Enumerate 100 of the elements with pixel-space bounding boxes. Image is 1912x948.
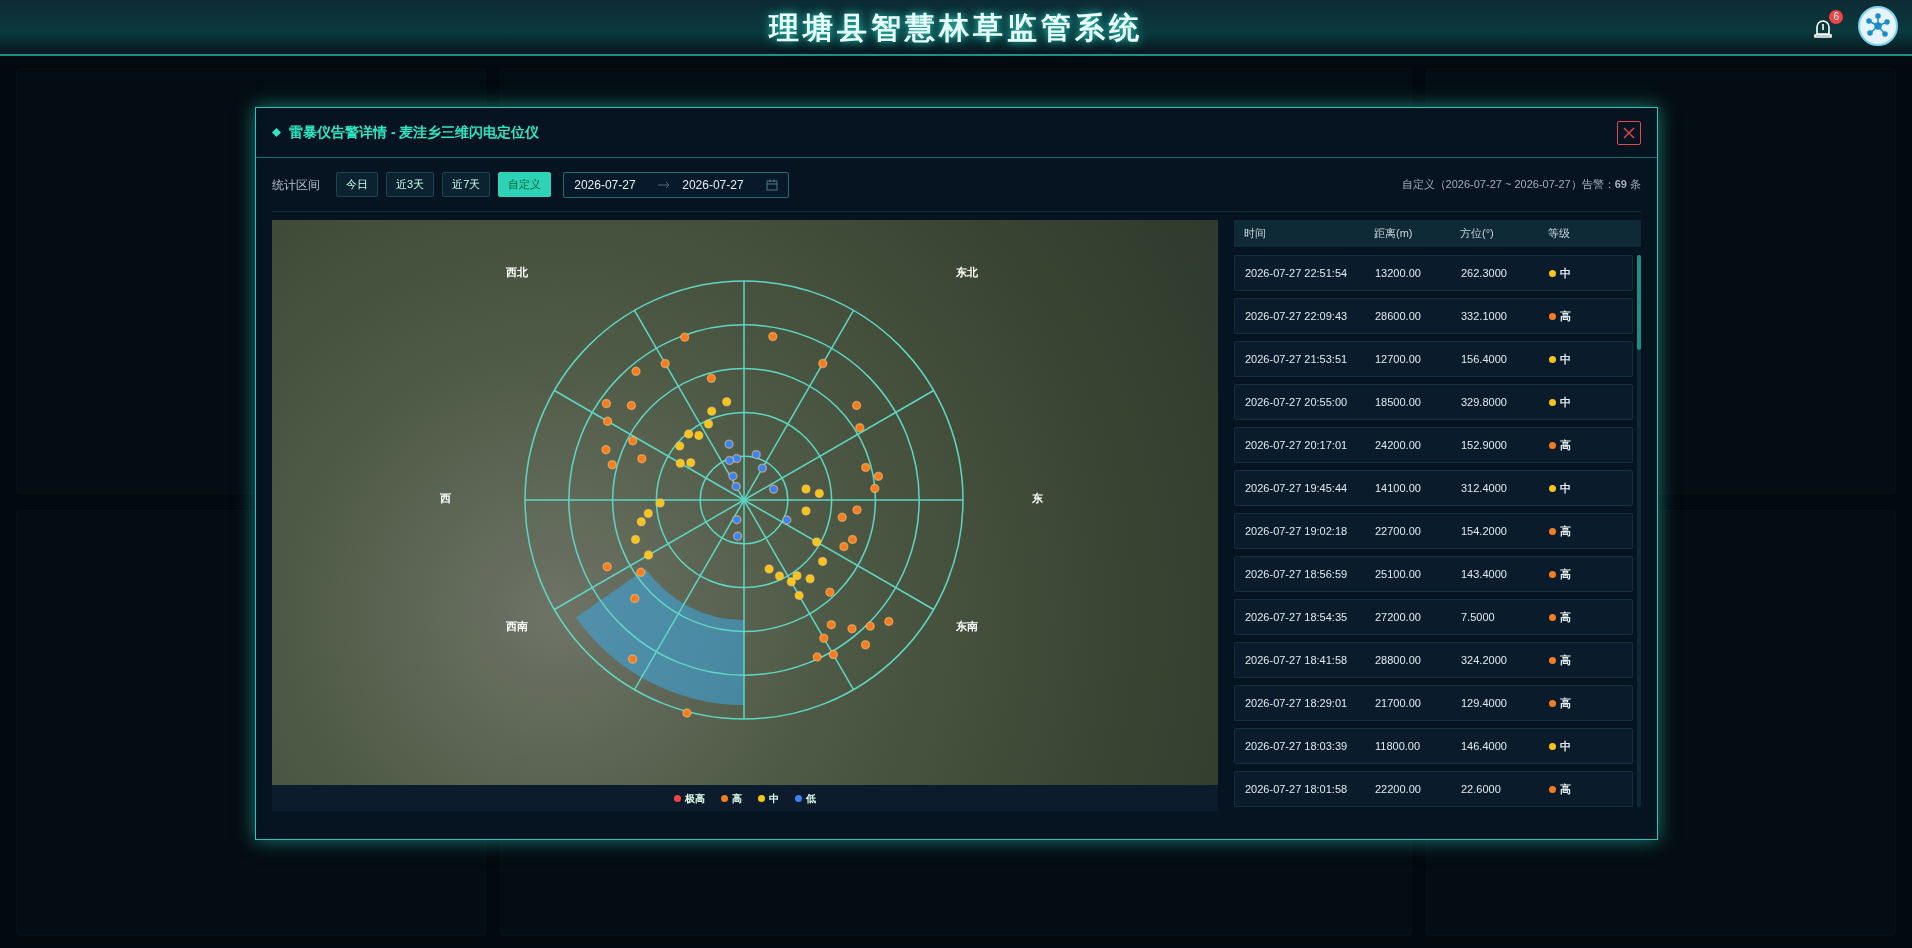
table-cell-text: 21700.00 [1375, 695, 1422, 711]
date-range-field[interactable]: 2026-07-27 2026-07-27 [563, 171, 790, 198]
table-cell-text: 312.4000 [1461, 480, 1508, 496]
column-header: 等级 [1548, 226, 1571, 242]
range-label: 统计区间 [272, 176, 320, 194]
table-cell-text: 2026-07-27 18:29:01 [1244, 695, 1349, 711]
table-cell-text: 332.1000 [1461, 308, 1508, 324]
strike-dot [826, 619, 837, 630]
strike-dot [732, 531, 743, 541]
strike-dot [706, 406, 717, 416]
range-tab[interactable]: 今日 [336, 172, 378, 197]
table-row[interactable]: 2026-07-27 21:53:51 12700.00 156.4000 中 [1234, 341, 1633, 377]
table-cell-text: 2026-07-27 18:03:39 [1244, 738, 1349, 754]
table-cell-text: 2026-07-27 18:41:58 [1244, 652, 1349, 668]
strike-dot [757, 463, 768, 473]
strike-dot [674, 441, 685, 451]
strike-dot [814, 488, 825, 499]
column-header: 方位(°) [1460, 226, 1495, 242]
legend-label: 高 [732, 791, 742, 806]
start-date-input[interactable]: 2026-07-27 [574, 175, 647, 194]
table-cell-text: 2026-07-27 22:09:43 [1244, 308, 1349, 324]
table-cell-text: 129.4000 [1461, 695, 1508, 711]
legend-label: 极高 [685, 791, 705, 806]
strike-dot [732, 514, 742, 525]
column-header: 时间 [1243, 226, 1267, 242]
table-row[interactable]: 2026-07-27 19:45:44 14100.00 312.4000 中 [1234, 470, 1633, 506]
close-icon [1623, 126, 1635, 139]
table-cell-text: 156.4000 [1461, 351, 1508, 367]
strike-dot [768, 331, 778, 342]
strike-dot [724, 439, 734, 449]
strike-dot [706, 373, 717, 384]
level-label: 高 [1560, 308, 1571, 324]
strike-dot [818, 358, 828, 369]
strike-dot [839, 541, 849, 552]
level-label: 中 [1560, 351, 1571, 367]
strike-dot [685, 457, 696, 468]
table-row[interactable]: 2026-07-27 22:09:43 28600.00 332.1000 高 [1234, 298, 1633, 334]
arrow-icon [658, 180, 671, 189]
strike-dot [870, 483, 880, 494]
table-row[interactable]: 2026-07-27 20:55:00 18500.00 329.8000 中 [1234, 384, 1633, 420]
strike-dot [811, 537, 822, 547]
diamond-icon [272, 128, 281, 137]
table-row[interactable]: 2026-07-27 22:51:54 13200.00 262.3000 中 [1234, 255, 1633, 291]
table-row[interactable]: 2026-07-27 18:54:35 27200.00 7.5000 高 [1234, 599, 1633, 635]
strike-dot [630, 534, 641, 545]
legend-label: 低 [806, 791, 816, 806]
table-row[interactable]: 2026-07-27 18:29:01 21700.00 129.4000 高 [1234, 685, 1633, 721]
strike-dot [655, 498, 665, 508]
strike-dot [682, 708, 692, 718]
table-row[interactable]: 2026-07-27 18:56:59 25100.00 143.4000 高 [1234, 556, 1633, 592]
direction-label: 西北 [506, 266, 528, 279]
table-row[interactable]: 2026-07-27 18:01:58 22200.00 22.6000 高 [1234, 771, 1633, 807]
table-cell-text: 11800.00 [1375, 738, 1422, 754]
strike-dot [865, 621, 875, 631]
strike-dot [774, 571, 785, 581]
table-cell-text: 2026-07-27 18:54:35 [1244, 609, 1349, 625]
table-cell-text: 18500.00 [1375, 394, 1422, 410]
app-title: 理塘县智慧林草监管系统 [769, 9, 1143, 46]
table-row[interactable]: 2026-07-27 19:02:18 22700.00 154.2000 高 [1234, 513, 1633, 549]
strike-dot [626, 400, 637, 411]
strike-dot [731, 481, 741, 492]
strike-dot [847, 623, 857, 634]
avatar[interactable] [1858, 6, 1898, 46]
strike-dot [627, 654, 638, 664]
level-label: 高 [1560, 437, 1571, 453]
end-date-input[interactable]: 2026-07-27 [682, 175, 755, 194]
range-tab[interactable]: 自定义 [498, 172, 552, 197]
network-icon [1865, 13, 1891, 39]
range-tab[interactable]: 近7天 [442, 172, 491, 197]
table-cell-text: 2026-07-27 20:17:01 [1244, 437, 1349, 453]
strike-dot [636, 517, 647, 527]
table-cell-text: 25100.00 [1375, 566, 1422, 582]
strike-dot [630, 593, 640, 604]
strike-dot [805, 574, 815, 584]
strike-dot [837, 512, 847, 523]
strike-dot [792, 570, 802, 581]
table-cell-text: 2026-07-27 18:56:59 [1244, 566, 1349, 582]
strike-dot [794, 590, 804, 601]
close-button[interactable] [1617, 120, 1641, 145]
strike-dot [643, 508, 654, 519]
table-row[interactable]: 2026-07-27 18:03:39 11800.00 146.4000 中 [1234, 728, 1633, 764]
strike-dot [817, 556, 828, 567]
table-cell-text: 2026-07-27 19:02:18 [1244, 523, 1349, 539]
level-label: 高 [1560, 781, 1571, 797]
strike-dot [812, 652, 822, 662]
strike-dot [801, 484, 811, 494]
table-row[interactable]: 2026-07-27 20:17:01 24200.00 152.9000 高 [1234, 427, 1633, 463]
level-label: 高 [1560, 566, 1571, 582]
range-tab[interactable]: 近3天 [386, 172, 435, 197]
table-row[interactable]: 2026-07-27 18:41:58 28800.00 324.2000 高 [1234, 642, 1633, 678]
level-label: 高 [1560, 652, 1571, 668]
level-label: 高 [1560, 695, 1571, 711]
table-cell-text: 2026-07-27 19:45:44 [1244, 480, 1349, 496]
level-label: 中 [1560, 394, 1571, 410]
table-cell-text: 2026-07-27 22:51:54 [1244, 265, 1349, 281]
table-cell-text: 143.4000 [1461, 566, 1508, 582]
table-cell-text: 13200.00 [1375, 265, 1422, 281]
level-label: 高 [1560, 609, 1571, 625]
table-cell-text: 12700.00 [1375, 351, 1422, 367]
table-cell-text: 14100.00 [1375, 480, 1422, 496]
